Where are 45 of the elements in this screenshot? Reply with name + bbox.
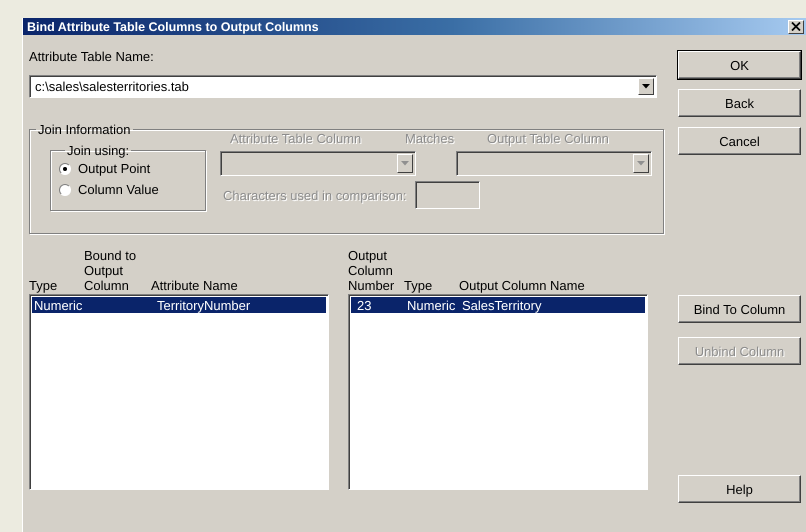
field-label: Characters used in comparison:	[223, 188, 407, 202]
group-title: Join using:	[66, 143, 130, 158]
column-header[interactable]: Bound to Output Column	[84, 248, 151, 293]
list-cell-text: TerritoryNumber	[157, 298, 252, 312]
column-dropdown[interactable]	[220, 151, 416, 176]
list-cell-text: Numeric	[34, 298, 84, 312]
column-header[interactable]: Output Column Number	[348, 248, 404, 293]
list-row[interactable]: Numeric TerritoryNumber	[32, 297, 326, 313]
column-header[interactable]: Attribute Name	[151, 278, 329, 293]
output-list[interactable]: 23 Numeric SalesTerritory	[348, 294, 648, 490]
radio-option[interactable]: Output Point	[59, 158, 205, 179]
column-label: Attribute Table Column	[230, 131, 362, 148]
help-button[interactable]: Help	[678, 475, 801, 503]
table-name-dropdown[interactable]: c:\sales\salesterritories.tab	[29, 75, 657, 98]
attribute-list[interactable]: Numeric TerritoryNumber	[29, 294, 329, 490]
caret-icon	[401, 161, 409, 166]
input-field[interactable]	[414, 181, 480, 209]
matches-label: Matches	[405, 131, 456, 148]
dropdown-button[interactable]	[397, 154, 413, 173]
column-header[interactable]: Output Column Name	[459, 278, 648, 293]
column-dropdown[interactable]	[456, 151, 652, 176]
radio-option[interactable]: Column Value	[59, 179, 205, 200]
column-header[interactable]: Type	[404, 278, 459, 293]
field-value: c:\sales\salesterritories.tab	[35, 79, 189, 94]
bind-button[interactable]: Bind To Column	[678, 295, 801, 323]
column-label: Output Table Column	[487, 131, 609, 148]
list-cell-text: SalesTerritory	[462, 298, 542, 312]
dialog-button[interactable]: Cancel	[678, 127, 801, 155]
dropdown-button[interactable]	[638, 78, 654, 95]
dialog-button[interactable]: Back	[678, 89, 801, 117]
list-cell-text: 23	[356, 298, 372, 312]
field-label: Attribute Table Name:	[29, 49, 155, 65]
list-cell-text: Numeric	[407, 298, 456, 312]
caret-icon	[642, 84, 650, 89]
close-button[interactable]	[788, 20, 804, 34]
radio-button[interactable]	[59, 184, 71, 196]
group-title: Join Information	[37, 122, 132, 137]
dropdown-button[interactable]	[633, 154, 649, 173]
window-title: Bind Attribute Table Columns to Output Columns	[27, 20, 319, 34]
close-icon	[791, 22, 801, 31]
list-row[interactable]: 23 Numeric SalesTerritory	[351, 297, 645, 313]
radio-button[interactable]	[59, 162, 71, 174]
caret-icon	[637, 161, 645, 166]
dialog-button[interactable]: OK	[678, 51, 801, 79]
column-header[interactable]: Type	[29, 278, 84, 293]
